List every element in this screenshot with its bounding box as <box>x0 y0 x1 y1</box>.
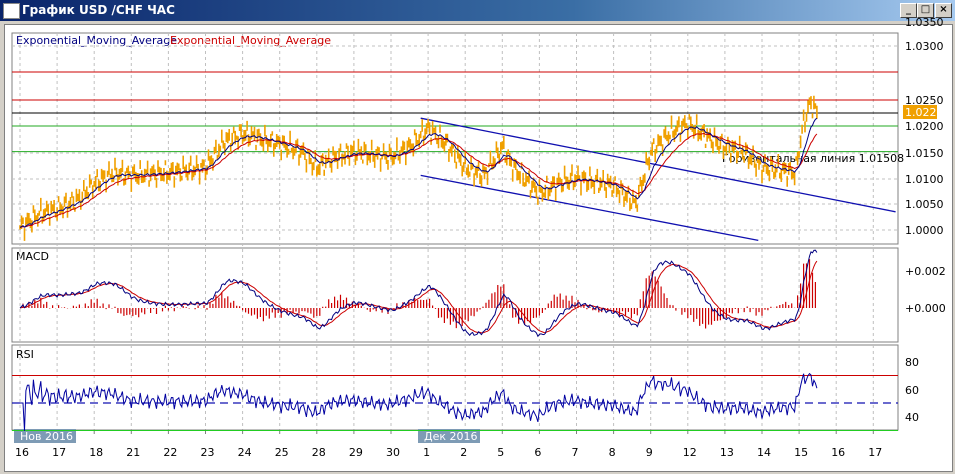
rsi-tick: 40 <box>905 411 919 424</box>
x-tick-label: 14 <box>757 446 771 459</box>
macd-title: MACD <box>16 250 49 263</box>
month-label: Дек 2016 <box>424 430 478 443</box>
x-tick-label: 29 <box>349 446 363 459</box>
x-tick-label: 13 <box>720 446 734 459</box>
rsi-tick: 60 <box>905 384 919 397</box>
macd-tick: +0.002 <box>905 265 946 278</box>
rsi-title: RSI <box>16 348 34 361</box>
rsi-tick: 80 <box>905 356 919 369</box>
x-tick-label: 6 <box>534 446 541 459</box>
price-tick-label: 1.0300 <box>905 40 944 53</box>
x-tick-label: 15 <box>794 446 808 459</box>
x-tick-label: 25 <box>275 446 289 459</box>
x-tick-label: 22 <box>163 446 177 459</box>
price-tick-label: 1.0200 <box>905 120 944 133</box>
x-tick-label: 5 <box>497 446 504 459</box>
legend-ema-fast: Exponential_Moving_Average <box>16 34 177 47</box>
price-tick-label: 1.0350 <box>905 16 944 29</box>
x-tick-label: 18 <box>89 446 103 459</box>
price-tick-label: 1.0100 <box>905 173 944 186</box>
price-tick-label: 1.0250 <box>905 94 944 107</box>
x-tick-label: 9 <box>646 446 653 459</box>
price-tick-label: 1.0050 <box>905 198 944 211</box>
month-label: Нов 2016 <box>20 430 73 443</box>
x-tick-label: 2 <box>460 446 467 459</box>
x-tick-label: 16 <box>15 446 29 459</box>
legend-ema-slow: Exponential_Moving_Average <box>170 34 331 47</box>
macd-tick: +0.000 <box>905 302 946 315</box>
x-tick-label: 21 <box>126 446 140 459</box>
x-tick-label: 16 <box>831 446 845 459</box>
x-tick-label: 17 <box>868 446 882 459</box>
x-tick-label: 30 <box>386 446 400 459</box>
panel-price <box>11 32 899 245</box>
x-tick-label: 7 <box>572 446 579 459</box>
panel-rsi <box>11 344 899 431</box>
price-tick-label: 1.0000 <box>905 224 944 237</box>
price-tick-label: 1.0150 <box>905 147 944 160</box>
chart-canvas[interactable]: Exponential_Moving_Average Exponential_M… <box>0 0 955 474</box>
x-tick-label: 17 <box>52 446 66 459</box>
current-price-label: 1.0225 <box>905 106 944 119</box>
x-tick-label: 24 <box>238 446 252 459</box>
x-tick-label: 1 <box>423 446 430 459</box>
x-tick-label: 23 <box>201 446 215 459</box>
x-tick-label: 12 <box>683 446 697 459</box>
x-tick-label: 28 <box>312 446 326 459</box>
x-tick-label: 8 <box>609 446 616 459</box>
